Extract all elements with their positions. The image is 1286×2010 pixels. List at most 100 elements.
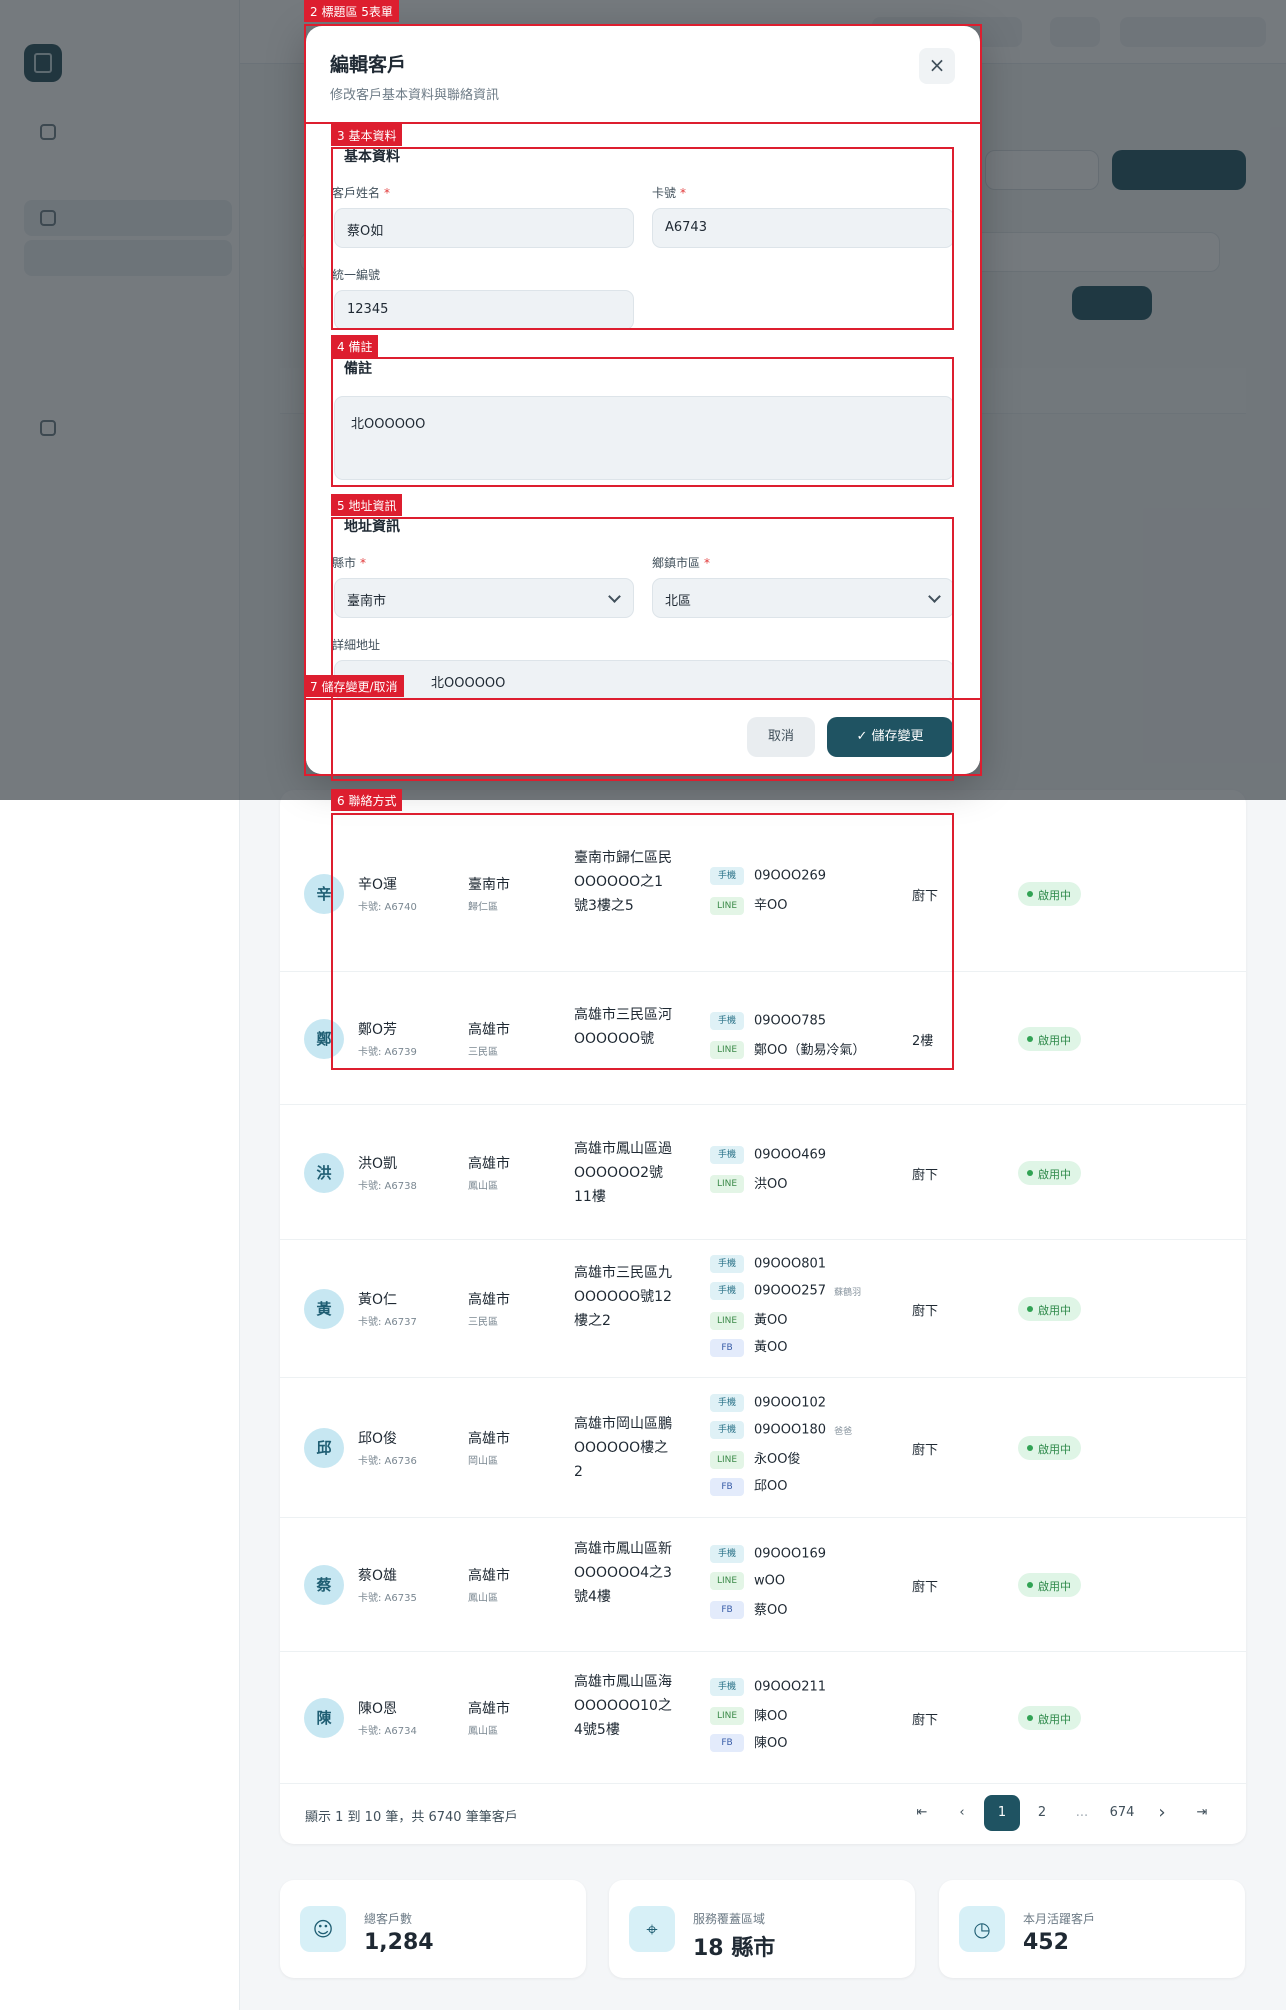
page-ellipsis: ... xyxy=(1075,1805,1089,1820)
contact-value: 永OO俊 xyxy=(754,1452,801,1467)
contact-type-badge: LINE xyxy=(710,1450,744,1469)
contact-item: LINE wOO xyxy=(710,1571,786,1590)
card-number: 卡號: A6736 xyxy=(358,1456,417,1467)
annotation-box-notes xyxy=(331,357,954,487)
annotation-label: 2 標題區 5表單 xyxy=(304,0,399,22)
customer-name[interactable]: 蔡O雄 xyxy=(358,1565,397,1585)
contact-value: 09OOO469 xyxy=(754,1147,827,1162)
pagination-info: 顯示 1 到 10 筆，共 6740 筆筆客戶 xyxy=(305,1810,518,1825)
contact-item: 手機 09OOO469 xyxy=(710,1145,827,1164)
status-badge: 啟用中 xyxy=(1018,1026,1081,1051)
table-row[interactable]: 黃黃O仁 卡號: A6737 高雄市 三民區 高雄市三民區九OOOOOO號12樓之2 手機… xyxy=(280,1240,1246,1378)
contact-type-badge: 手機 xyxy=(710,1394,744,1412)
contact-value: 陳OO xyxy=(754,1735,788,1751)
status-badge: 啟用中 xyxy=(1018,1573,1081,1597)
customer-address: 高雄市鳳山區過OOOOOO2號11樓 xyxy=(574,1140,672,1205)
card-number: 卡號: A6737 xyxy=(358,1317,417,1328)
contact-type-badge: 手機 xyxy=(710,1421,744,1439)
stat-card-total: ☺ 總客戶數 1,284 xyxy=(280,1880,586,1978)
contact-item: LINE 永OO俊 xyxy=(710,1448,801,1469)
contact-value: 陳OO xyxy=(754,1708,788,1724)
contact-value: 邱OO xyxy=(754,1479,788,1494)
contact-item: FB 陳OO xyxy=(710,1732,788,1752)
annotation-box-header xyxy=(304,24,982,124)
card-number: 卡號: A6735 xyxy=(358,1593,417,1604)
contact-value: 黃OO xyxy=(754,1340,788,1355)
contact-value: 09OOO211 xyxy=(754,1679,827,1694)
annotation-label: 7 儲存變更/取消 xyxy=(304,675,404,697)
contact-value: 洪OO xyxy=(754,1176,788,1192)
contact-value: 09OOO169 xyxy=(754,1546,827,1561)
customer-city: 高雄市 xyxy=(468,1568,510,1584)
annotation-label: 6 聯絡方式 xyxy=(331,789,403,811)
avatar: 陳 xyxy=(304,1698,344,1738)
contact-item: 手機 09OOO211 xyxy=(710,1677,827,1696)
stat-label: 總客戶數 xyxy=(364,1912,413,1926)
contact-type-badge: 手機 xyxy=(710,1145,744,1164)
customer-floor: 廚下 xyxy=(912,1304,939,1319)
customer-name[interactable]: 黃O仁 xyxy=(358,1289,397,1309)
contact-item: LINE 陳OO xyxy=(710,1705,788,1725)
chevron-right-icon[interactable]: › xyxy=(1144,1795,1180,1831)
customer-name[interactable]: 邱O俊 xyxy=(358,1428,397,1448)
stat-value: 452 xyxy=(1023,1930,1069,1955)
contact-type-badge: LINE xyxy=(710,1175,744,1193)
first-page-icon[interactable]: ⇤ xyxy=(904,1795,940,1831)
customer-name[interactable]: 洪O凱 xyxy=(358,1153,397,1173)
contact-type-badge: 手機 xyxy=(710,1677,744,1696)
annotation-box-contacts xyxy=(331,813,954,1070)
contact-item: 手機 09OOO801 xyxy=(710,1255,826,1273)
status-badge: 啟用中 xyxy=(1018,1297,1081,1321)
annotation-box-basic xyxy=(331,147,954,330)
stat-value: 18 縣市 xyxy=(693,1936,776,1961)
customer-address: 高雄市岡山區鵬OOOOOO樓之2 xyxy=(574,1416,672,1480)
last-page-icon[interactable]: ⇥ xyxy=(1184,1795,1220,1831)
contact-item: LINE 黃OO xyxy=(710,1309,788,1330)
contact-value: wOO xyxy=(754,1573,786,1588)
customer-floor: 廚下 xyxy=(912,1167,939,1183)
stat-value: 1,284 xyxy=(364,1930,434,1955)
customer-floor: 廚下 xyxy=(912,1713,939,1728)
contact-type-badge: FB xyxy=(710,1734,744,1752)
page-button[interactable]: 674 xyxy=(1104,1795,1140,1831)
status-badge: 啟用中 xyxy=(1018,1436,1081,1460)
stat-card-area: ⌖ 服務覆蓋區域 18 縣市 xyxy=(609,1880,915,1978)
stat-label: 服務覆蓋區域 xyxy=(693,1912,766,1926)
table-row[interactable]: 陳陳O恩 卡號: A6734 高雄市 鳳山區 高雄市鳳山區海OOOOOO10之4號5樓 手… xyxy=(280,1652,1246,1784)
stat-label: 本月活躍客戶 xyxy=(1023,1912,1096,1926)
contact-value: 09OOO801 xyxy=(754,1256,827,1272)
customer-district: 鳳山區 xyxy=(468,1180,498,1192)
contact-type-badge: 手機 xyxy=(710,1282,744,1300)
customer-district: 鳳山區 xyxy=(468,1593,498,1604)
chevron-left-icon[interactable]: ‹ xyxy=(944,1795,980,1831)
customer-city: 高雄市 xyxy=(468,1431,510,1447)
customer-city: 高雄市 xyxy=(468,1701,510,1717)
contact-item: 手機 09OOO169 xyxy=(710,1544,827,1563)
contact-type-badge: LINE xyxy=(710,1707,744,1725)
status-badge: 啟用中 xyxy=(1018,882,1081,906)
contact-item: 手機 09OOO102 xyxy=(710,1394,826,1412)
contact-value: 黃OO xyxy=(754,1313,788,1328)
contact-type-badge: FB xyxy=(710,1601,744,1619)
customer-city: 高雄市 xyxy=(468,1292,510,1308)
contact-value: 09OOO257 xyxy=(754,1283,827,1299)
contact-item: LINE 洪OO xyxy=(710,1173,788,1193)
page-button[interactable]: 2 xyxy=(1024,1795,1060,1831)
customer-name[interactable]: 陳O恩 xyxy=(358,1698,397,1718)
annotation-box-footer xyxy=(304,698,982,776)
annotation-label: 3 基本資料 xyxy=(331,124,403,146)
customer-address: 高雄市鳳山區新OOOOOO4之3號4樓 xyxy=(574,1541,672,1605)
customer-district: 三民區 xyxy=(468,1317,498,1328)
card-number: 卡號: A6738 xyxy=(358,1180,417,1192)
table-row[interactable]: 邱邱O俊 卡號: A6736 高雄市 岡山區 高雄市岡山區鵬OOOOOO樓之2 手機 09O… xyxy=(280,1378,1246,1518)
annotation-label: 5 地址資訊 xyxy=(331,494,403,516)
table-row[interactable]: 洪洪O凱 卡號: A6738 高雄市 鳳山區 高雄市鳳山區過OOOOOO2號11樓 手機 0… xyxy=(280,1105,1246,1240)
table-row[interactable]: 蔡蔡O雄 卡號: A6735 高雄市 鳳山區 高雄市鳳山區新OOOOOO4之3號4樓 手機… xyxy=(280,1518,1246,1652)
customer-address: 高雄市三民區九OOOOOO號12樓之2 xyxy=(574,1265,672,1329)
card-number: 卡號: A6734 xyxy=(358,1726,417,1737)
contact-item: FB 黃OO xyxy=(710,1336,788,1357)
page-button[interactable]: 1 xyxy=(984,1795,1020,1831)
contact-item: 手機 09OOO180 爸爸 xyxy=(710,1421,852,1439)
contact-item: 手機 09OOO257 蘇鶴羽 xyxy=(710,1282,861,1300)
customer-address: 高雄市鳳山區海OOOOOO10之4號5樓 xyxy=(574,1674,672,1738)
